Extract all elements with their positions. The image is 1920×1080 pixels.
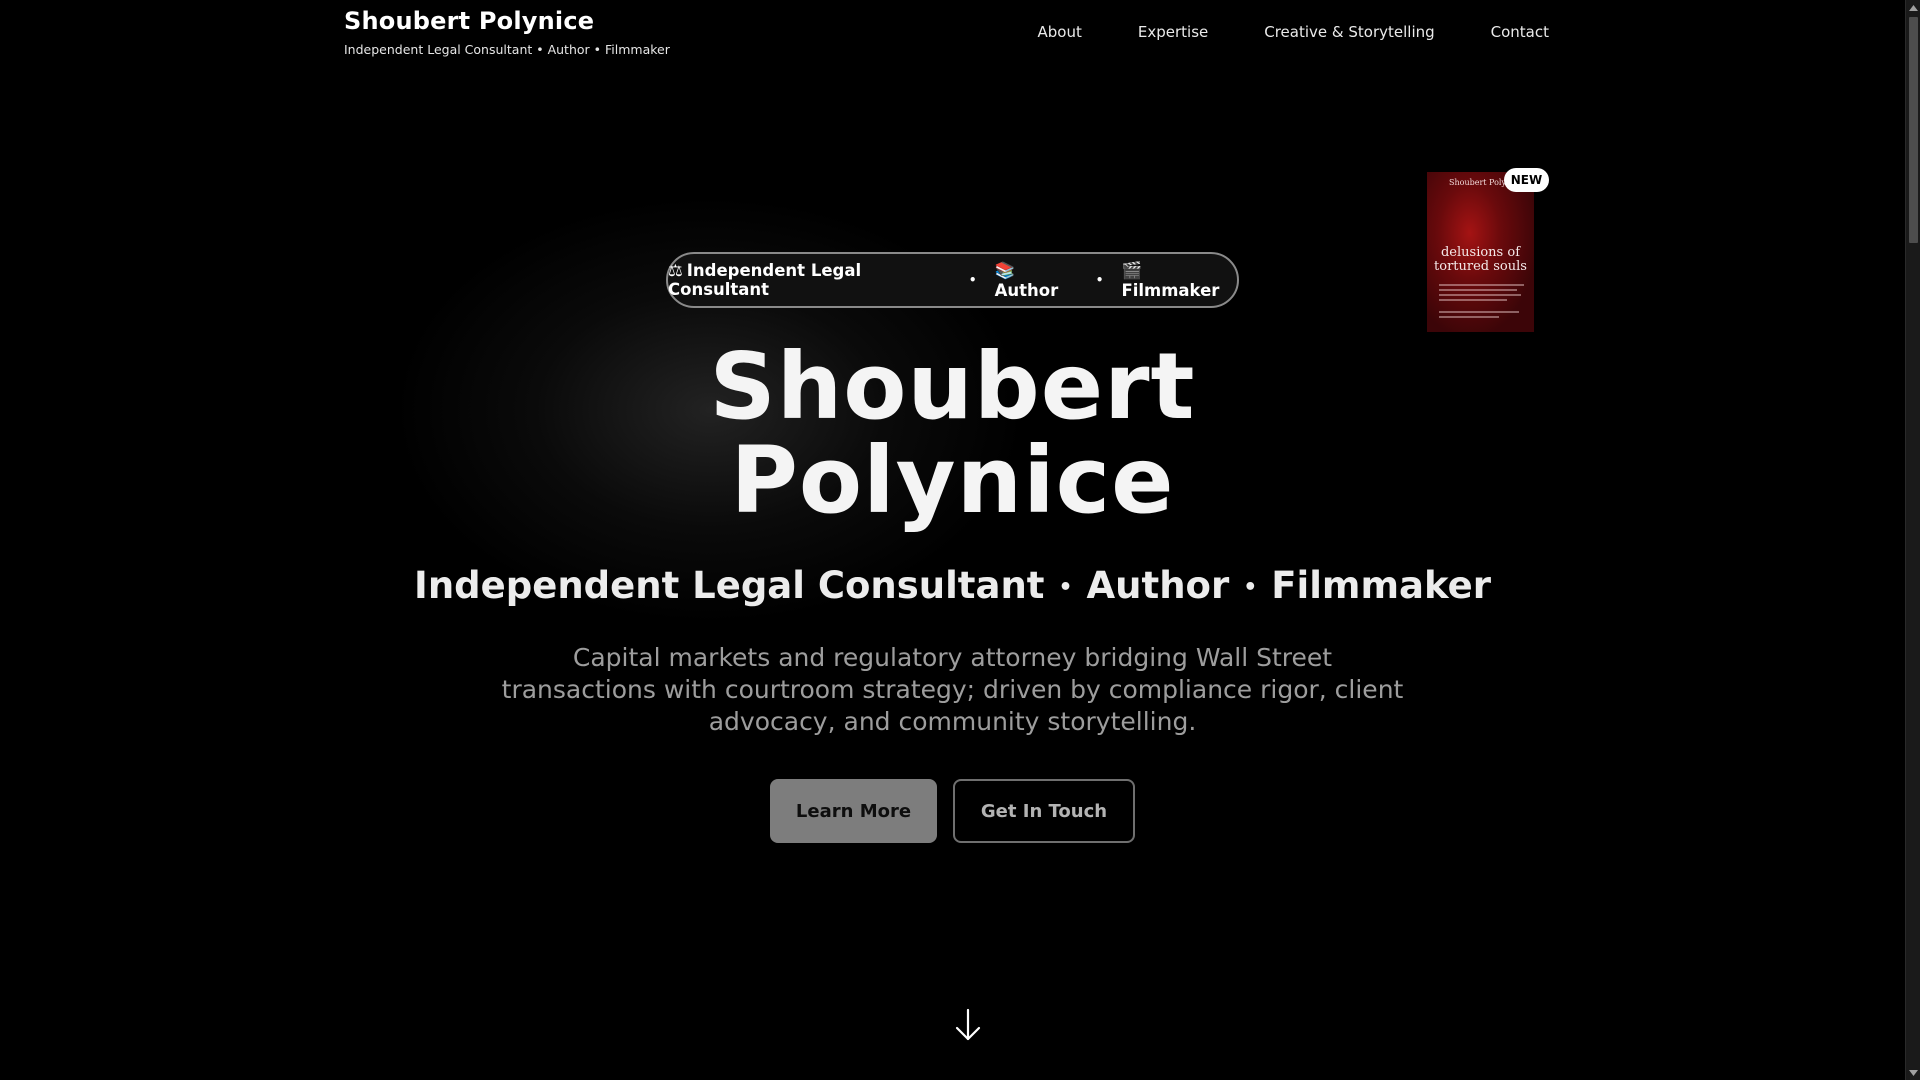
scroll-down-icon[interactable] [1906, 1065, 1920, 1080]
book-title: delusions of tortured souls [1427, 246, 1534, 274]
role-filmmaker: Filmmaker [1271, 564, 1491, 607]
pill-label-filmmaker: Filmmaker [1121, 280, 1220, 300]
pill-item-author: 📚Author [995, 261, 1078, 300]
page: Shoubert Polynice Independent Legal Cons… [0, 0, 1920, 1080]
nav-about[interactable]: About [1038, 22, 1082, 42]
book-cover[interactable]: Shoubert Polynice delusions of tortured … [1427, 172, 1534, 332]
scroll-up-icon[interactable] [1906, 0, 1920, 15]
roles-pill: ⚖ Independent Legal Consultant • 📚Author … [666, 252, 1239, 308]
hero-roles: Independent Legal Consultant • Author • Film… [0, 564, 1905, 607]
pill-item-filmmaker: 🎬Filmmaker [1121, 261, 1237, 300]
role-legal: Independent Legal Consultant [414, 564, 1045, 607]
role-separator: • [1243, 575, 1258, 600]
hero-description: Capital markets and regulatory attorney … [501, 643, 1404, 736]
nav-expertise[interactable]: Expertise [1138, 22, 1208, 42]
books-icon: 📚 [994, 260, 1016, 280]
scrollbar-thumb[interactable] [1909, 17, 1918, 243]
pill-label-legal: Independent Legal Consultant [668, 261, 862, 299]
pill-separator: • [1095, 273, 1104, 287]
hero-title: Shoubert Polynice [0, 340, 1905, 528]
hero-title-line1: Shoubert [709, 333, 1196, 440]
get-in-touch-button[interactable]: Get In Touch [953, 779, 1135, 843]
brand-name[interactable]: Shoubert Polynice [344, 6, 670, 36]
nav-contact[interactable]: Contact [1491, 22, 1549, 42]
book-blurb [1439, 284, 1524, 321]
role-separator: • [1058, 575, 1073, 600]
main-nav: About Expertise Creative & Storytelling … [1038, 22, 1549, 42]
clapperboard-icon: 🎬 [1121, 260, 1142, 280]
new-badge: NEW [1504, 168, 1549, 192]
role-author: Author [1086, 564, 1230, 607]
book-title-line1: delusions of [1440, 245, 1520, 260]
hero-title-line2: Polynice [730, 427, 1175, 534]
scrollbar[interactable] [1905, 0, 1920, 1080]
pill-separator: • [968, 273, 977, 287]
nav-creative-storytelling[interactable]: Creative & Storytelling [1264, 22, 1434, 42]
book-title-line2: tortured souls [1434, 259, 1527, 274]
pill-label-author: Author [994, 280, 1059, 300]
scales-icon: ⚖ [668, 261, 683, 280]
arrow-down-icon[interactable] [953, 1008, 983, 1042]
learn-more-button[interactable]: Learn More [770, 779, 937, 843]
brand-tagline: Independent Legal Consultant • Author • … [344, 42, 670, 57]
pill-item-legal: ⚖ Independent Legal Consultant [668, 261, 951, 299]
brand[interactable]: Shoubert Polynice Independent Legal Cons… [344, 6, 670, 58]
